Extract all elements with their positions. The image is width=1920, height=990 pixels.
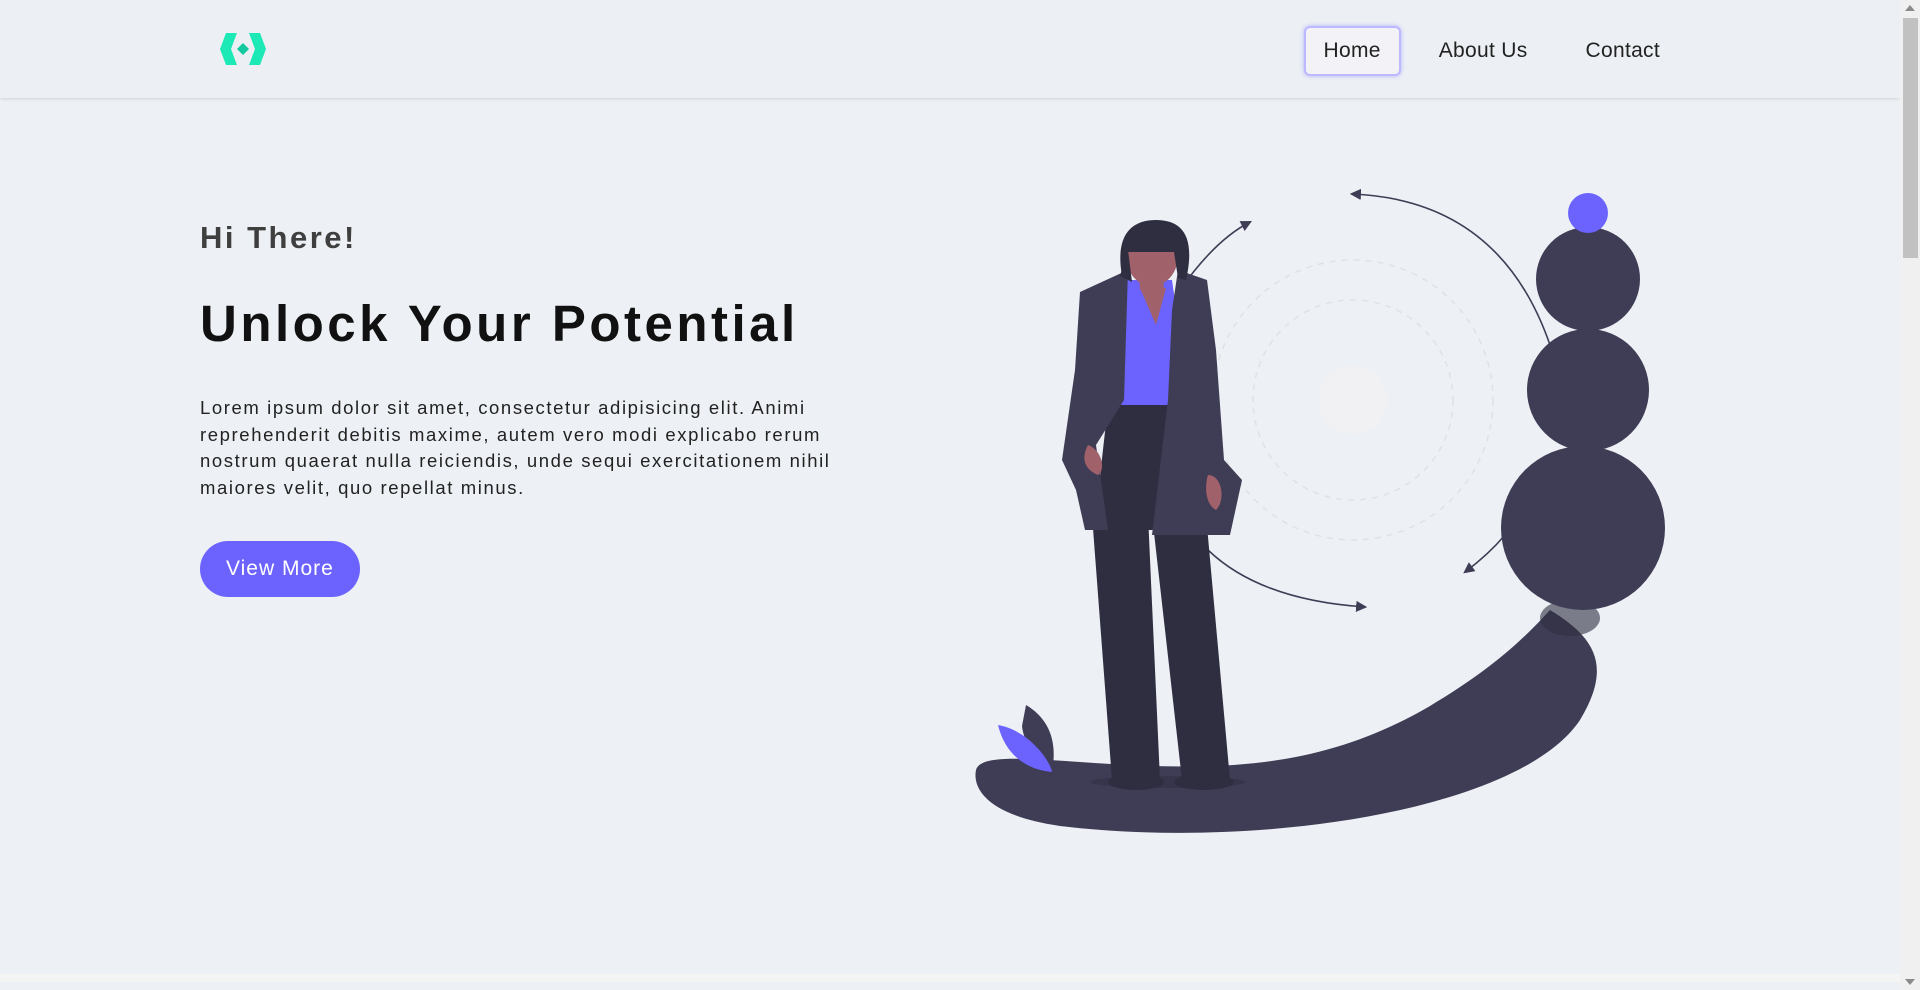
ground-swoosh xyxy=(975,610,1597,833)
scroll-down-icon[interactable] xyxy=(1905,979,1915,985)
bottom-edge xyxy=(0,974,1900,982)
target-circles xyxy=(1212,259,1494,541)
accent-dot xyxy=(1568,193,1608,233)
vertical-scrollbar[interactable] xyxy=(1900,0,1920,990)
nav-home-link[interactable]: Home xyxy=(1303,26,1401,76)
hero-greeting: Hi There! xyxy=(200,220,357,255)
scroll-thumb[interactable] xyxy=(1903,18,1918,258)
code-brackets-icon[interactable] xyxy=(220,31,266,67)
scroll-up-icon[interactable] xyxy=(1905,5,1915,11)
page: Home About Us Contact Hi There! Unlock Y… xyxy=(0,0,1900,982)
hero-text: Hi There! Unlock Your Potential Lorem ip… xyxy=(200,220,880,597)
hero-illustration xyxy=(975,188,1665,833)
woman-figure xyxy=(1062,220,1246,790)
hero-description: Lorem ipsum dolor sit amet, consectetur … xyxy=(200,397,831,498)
navbar: Home About Us Contact xyxy=(0,0,1900,98)
stacked-stones xyxy=(1501,193,1665,610)
nav-about-link[interactable]: About Us xyxy=(1419,26,1548,76)
nav-contact-link[interactable]: Contact xyxy=(1566,26,1680,76)
hero-headline: Unlock Your Potential xyxy=(200,295,799,352)
view-more-button[interactable]: View More xyxy=(200,541,360,597)
main-nav: Home About Us Contact xyxy=(1303,26,1680,76)
